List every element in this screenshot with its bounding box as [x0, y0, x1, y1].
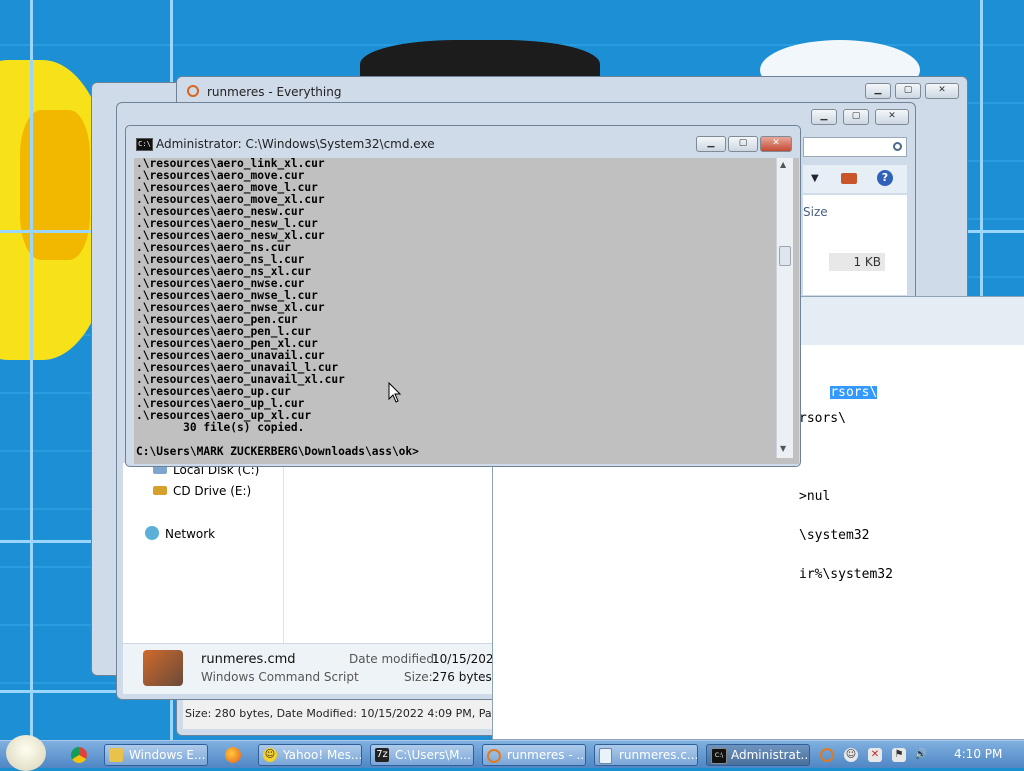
network-icon: [145, 526, 159, 540]
scroll-down-arrow-icon[interactable]: ▼: [780, 444, 786, 453]
maximize-button[interactable]: ▢: [895, 83, 921, 99]
toolbar: ▼ ?: [803, 165, 907, 193]
dropdown-arrow-icon[interactable]: ▼: [811, 173, 819, 184]
status-text: Size: 280 bytes, Date Modified: 10/15/20…: [185, 707, 534, 720]
taskbar-button-cmd[interactable]: C:\ Administrat...: [706, 744, 810, 766]
volume-icon[interactable]: 🔊: [914, 748, 928, 762]
taskbar-button-7zip[interactable]: 7z C:\Users\M...: [370, 744, 474, 766]
file-list[interactable]: Size 1 KB: [803, 195, 907, 295]
size-cell: 1 KB: [829, 253, 885, 271]
mouse-cursor-icon: [388, 382, 402, 403]
search-icon[interactable]: [893, 142, 902, 151]
date-modified-label: Date modified:: [349, 652, 439, 666]
notepad-line: rsors\: [799, 411, 846, 426]
search-icon[interactable]: [820, 748, 834, 762]
taskbar: Windows E... ☺ Yahoo! Mes... 7z C:\Users\M…: [0, 735, 1024, 771]
notepad-line: ir%\system32: [799, 567, 893, 582]
minimize-button[interactable]: ▁: [865, 83, 891, 99]
everything-window-title: runmeres - Everything: [207, 85, 342, 99]
close-button[interactable]: ✕: [760, 136, 792, 152]
size-value: 276 bytes: [432, 670, 492, 684]
notepad-icon: [599, 748, 612, 764]
pane-divider: [283, 463, 284, 647]
action-center-icon[interactable]: ⚑: [892, 748, 906, 762]
vertical-scrollbar[interactable]: ▲ ▼: [776, 158, 793, 458]
chrome-icon[interactable]: [71, 747, 87, 763]
network-status-icon[interactable]: ✕: [868, 748, 882, 762]
file-name: runmeres.cmd: [201, 652, 296, 667]
minimize-button[interactable]: ▁: [811, 109, 837, 125]
help-icon[interactable]: ?: [877, 170, 893, 186]
console-output[interactable]: .\resources\aero_link_xl.cur .\resources\…: [134, 158, 799, 464]
yahoo-messenger-icon: ☺: [263, 748, 277, 762]
notepad-text[interactable]: rsors\ rsors\ >nul \system32 ir%\system3…: [799, 373, 893, 607]
cd-drive-icon: [153, 486, 167, 495]
maximize-button[interactable]: ▢: [843, 109, 869, 125]
navigation-pane: Local Disk (C:) CD Drive (E:) Network: [123, 463, 493, 647]
folder-icon[interactable]: [841, 173, 857, 184]
scroll-thumb[interactable]: [779, 246, 791, 266]
notepad-line: rsors\: [830, 385, 878, 400]
details-pane: runmeres.cmd Windows Command Script Date…: [123, 643, 501, 694]
scroll-up-arrow-icon[interactable]: ▲: [780, 160, 786, 169]
cmd-window[interactable]: C:\ Administrator: C:\Windows\System32\c…: [125, 125, 801, 467]
size-column-header[interactable]: Size: [803, 205, 828, 219]
console-line: 30 file(s) copied.: [136, 421, 305, 434]
search-icon: [187, 85, 199, 97]
folder-icon: [109, 748, 123, 762]
minimize-button[interactable]: ▁: [696, 136, 726, 152]
clock[interactable]: 4:10 PM: [954, 747, 1002, 761]
yahoo-messenger-icon[interactable]: ☺: [844, 748, 858, 762]
size-label: Size:: [404, 670, 433, 684]
notepad-line: >nul: [799, 489, 831, 504]
search-icon: [487, 749, 501, 763]
taskbar-button-notepad[interactable]: runmeres.c...: [594, 744, 698, 766]
notepad-line: [799, 451, 893, 464]
nav-item-network[interactable]: Network: [145, 526, 215, 541]
cmd-icon: C:\: [136, 138, 153, 151]
7zip-icon: 7z: [375, 748, 389, 762]
wallpaper-line: [30, 0, 33, 740]
close-button[interactable]: ✕: [875, 109, 909, 125]
taskbar-button-explorer[interactable]: Windows E...: [104, 744, 208, 766]
nav-item-cd-drive[interactable]: CD Drive (E:): [153, 484, 251, 498]
start-button[interactable]: [6, 735, 46, 771]
close-button[interactable]: ✕: [925, 83, 959, 99]
file-icon: [143, 650, 183, 686]
cmd-window-title: Administrator: C:\Windows\System32\cmd.e…: [156, 137, 435, 151]
taskbar-button-yahoo[interactable]: ☺ Yahoo! Mes...: [258, 744, 362, 766]
status-bar: Size: 280 bytes, Date Modified: 10/15/20…: [183, 699, 533, 729]
maximize-button[interactable]: ▢: [728, 136, 758, 152]
notepad-line: \system32: [799, 528, 870, 543]
search-box[interactable]: [803, 137, 907, 157]
taskbar-button-everything[interactable]: runmeres - ...: [482, 744, 586, 766]
cmd-icon: C:\: [711, 748, 727, 764]
file-type: Windows Command Script: [201, 670, 359, 684]
date-modified-value: 10/15/2022: [432, 652, 502, 666]
firefox-icon[interactable]: [225, 747, 241, 763]
console-line: C:\Users\MARK ZUCKERBERG\Downloads\ass\o…: [136, 445, 419, 458]
